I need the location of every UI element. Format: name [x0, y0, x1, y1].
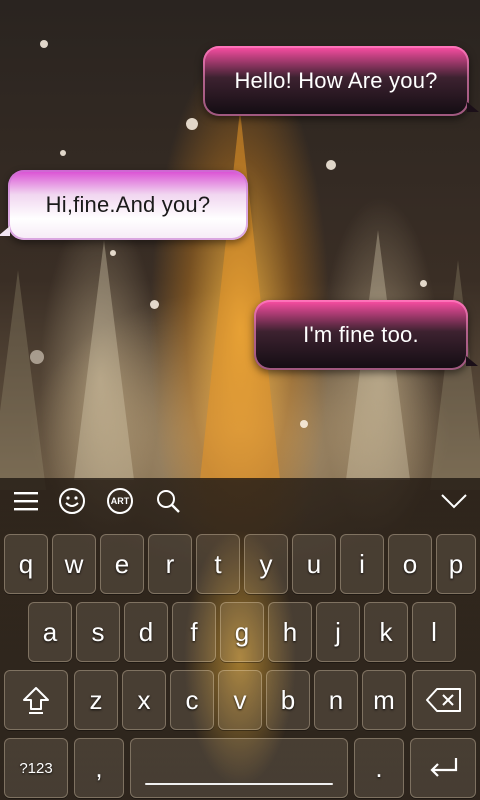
- key-n[interactable]: n: [314, 670, 358, 730]
- key-x[interactable]: x: [122, 670, 166, 730]
- backspace-icon: [426, 688, 461, 712]
- chat-area: Hello! How Are you? Hi,fine.And you? I'm…: [0, 0, 480, 478]
- key-s[interactable]: s: [76, 602, 120, 662]
- message-bubble-incoming[interactable]: Hi,fine.And you?: [0, 170, 248, 240]
- collapse-chevron-icon[interactable]: [438, 486, 470, 516]
- bubble-tail: [467, 102, 479, 112]
- key-label: m: [373, 684, 395, 715]
- emoji-icon[interactable]: [56, 486, 88, 516]
- key-a[interactable]: a: [28, 602, 72, 662]
- key-w[interactable]: w: [52, 534, 96, 594]
- key-c[interactable]: c: [170, 670, 214, 730]
- key-g[interactable]: g: [220, 602, 264, 662]
- key-label: n: [328, 684, 344, 715]
- key-j[interactable]: j: [316, 602, 360, 662]
- comma-key[interactable]: ,: [74, 738, 124, 798]
- key-label: ,: [95, 752, 103, 783]
- key-p[interactable]: p: [436, 534, 476, 594]
- key-label: l: [431, 616, 437, 647]
- key-y[interactable]: y: [244, 534, 288, 594]
- key-label: a: [42, 616, 58, 647]
- key-z[interactable]: z: [74, 670, 118, 730]
- key-o[interactable]: o: [388, 534, 432, 594]
- key-label: v: [233, 684, 247, 715]
- message-text: Hi,fine.And you?: [45, 192, 211, 217]
- art-icon[interactable]: ART: [104, 486, 136, 516]
- key-h[interactable]: h: [268, 602, 312, 662]
- enter-key[interactable]: [410, 738, 476, 798]
- spacebar[interactable]: [130, 738, 348, 798]
- key-l[interactable]: l: [412, 602, 456, 662]
- key-label: k: [379, 616, 393, 647]
- key-label: z: [89, 684, 103, 715]
- key-label: y: [259, 548, 273, 579]
- message-bubble-outgoing[interactable]: Hello! How Are you?: [203, 46, 479, 116]
- key-q[interactable]: q: [4, 534, 48, 594]
- key-label: i: [359, 548, 365, 579]
- key-b[interactable]: b: [266, 670, 310, 730]
- key-label: e: [114, 548, 130, 579]
- keyboard-toolbar: ART: [0, 478, 480, 524]
- key-d[interactable]: d: [124, 602, 168, 662]
- key-label: .: [375, 752, 383, 783]
- key-label: t: [214, 548, 222, 579]
- bubble-tail: [0, 226, 10, 236]
- key-label: f: [190, 616, 198, 647]
- shift-key[interactable]: [4, 670, 68, 730]
- key-label: q: [18, 548, 34, 579]
- art-label: ART: [110, 496, 130, 506]
- symbols-key[interactable]: ?123: [4, 738, 68, 798]
- key-f[interactable]: f: [172, 602, 216, 662]
- key-label: b: [280, 684, 296, 715]
- enter-icon: [430, 758, 458, 777]
- key-label: w: [64, 548, 84, 579]
- key-r[interactable]: r: [148, 534, 192, 594]
- message-text: Hello! How Are you?: [234, 68, 438, 93]
- message-text: I'm fine too.: [303, 322, 419, 347]
- bubble-tail: [466, 356, 478, 366]
- key-label: x: [137, 684, 151, 715]
- key-v[interactable]: v: [218, 670, 262, 730]
- backspace-key[interactable]: [412, 670, 476, 730]
- key-label: g: [234, 616, 250, 647]
- key-label: c: [185, 684, 199, 715]
- key-label: j: [335, 616, 341, 647]
- key-label: p: [448, 548, 464, 579]
- key-t[interactable]: t: [196, 534, 240, 594]
- key-u[interactable]: u: [292, 534, 336, 594]
- message-bubble-outgoing[interactable]: I'm fine too.: [254, 300, 478, 370]
- key-label: d: [138, 616, 154, 647]
- key-i[interactable]: i: [340, 534, 384, 594]
- key-label: u: [306, 548, 322, 579]
- key-label: h: [282, 616, 298, 647]
- keyboard: ART q w e r t y u i o p a s d f g h j k …: [0, 478, 480, 800]
- key-k[interactable]: k: [364, 602, 408, 662]
- menu-icon[interactable]: [10, 486, 42, 516]
- key-label: s: [91, 616, 105, 647]
- shift-icon: [23, 687, 49, 714]
- key-label: o: [402, 548, 418, 579]
- search-icon[interactable]: [152, 486, 184, 516]
- spacebar-indicator: [145, 783, 333, 785]
- key-label: ?123: [19, 759, 53, 777]
- period-key[interactable]: .: [354, 738, 404, 798]
- key-label: r: [165, 548, 175, 579]
- key-m[interactable]: m: [362, 670, 406, 730]
- key-e[interactable]: e: [100, 534, 144, 594]
